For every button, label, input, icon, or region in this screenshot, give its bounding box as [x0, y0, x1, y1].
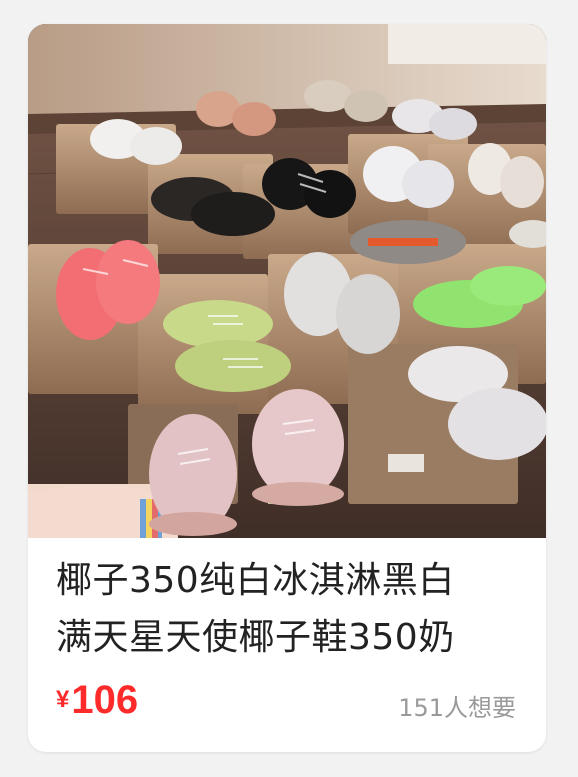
price-amount: 106 — [71, 678, 139, 722]
product-title[interactable]: 椰子350纯白冰淇淋黑白 满天星天使椰子鞋350奶 — [56, 552, 526, 666]
product-card[interactable]: Z — [28, 24, 546, 752]
price: ¥106 — [56, 678, 138, 723]
wants-count: 151人想要 — [398, 694, 516, 722]
price-currency-symbol: ¥ — [56, 686, 70, 713]
product-title-line-1: 椰子350纯白冰淇淋黑白 — [56, 560, 455, 601]
product-photo-illustration: Z — [28, 24, 546, 538]
price-row: ¥106 151人想要 — [28, 676, 546, 736]
product-photo[interactable]: Z — [28, 24, 546, 538]
product-title-line-2: 满天星天使椰子鞋350奶 — [56, 617, 455, 658]
